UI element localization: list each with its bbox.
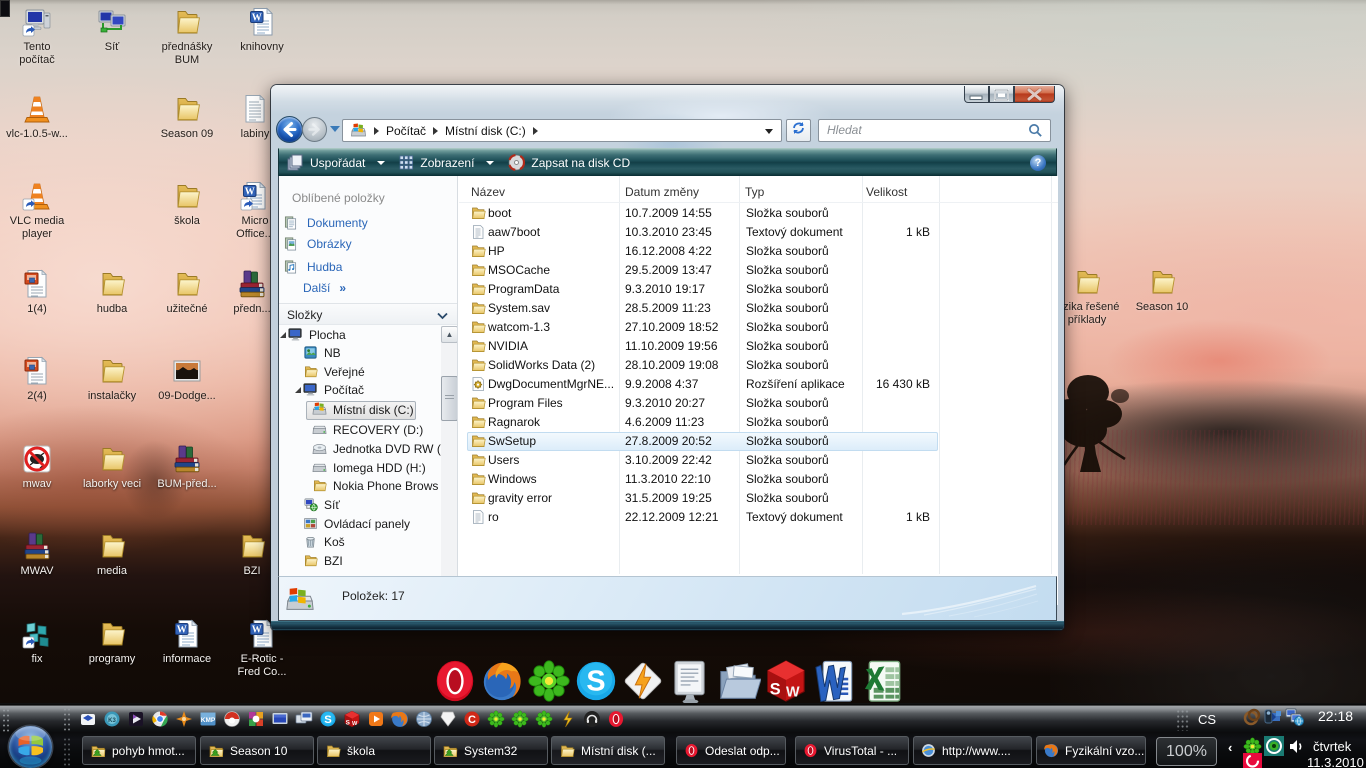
svg-text:C: C bbox=[468, 714, 476, 726]
svg-text:KMP: KMP bbox=[200, 717, 215, 724]
svg-text:K3: K3 bbox=[108, 718, 116, 724]
